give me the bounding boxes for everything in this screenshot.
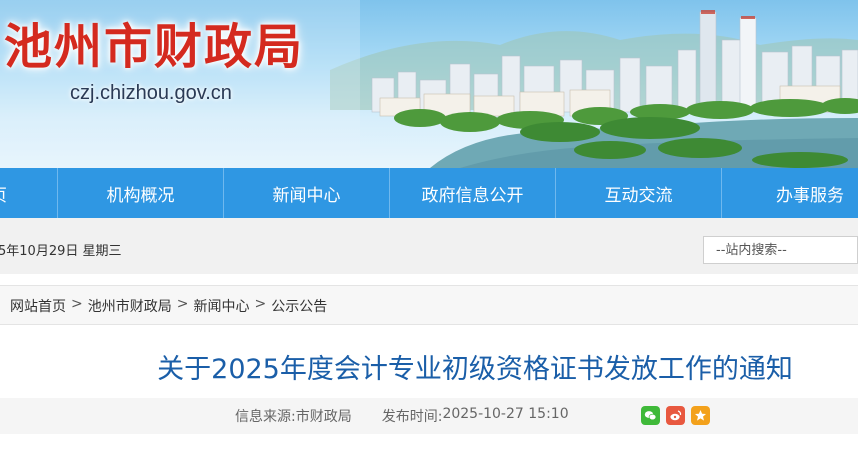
nav-item-label: 互动交流 — [604, 185, 673, 206]
nav-item-home[interactable]: 页 — [0, 168, 58, 218]
nav-item-label: 页 — [0, 181, 7, 206]
breadcrumb-separator: > — [71, 296, 83, 312]
source-label: 信息来源: — [235, 409, 296, 425]
breadcrumb-bureau[interactable]: 池州市财政局 — [88, 296, 172, 316]
site-banner: 池州市财政局 czj.chizhou.gov.cn — [0, 0, 858, 168]
article-title: 关于2025年度会计专业初级资格证书发放工作的通知 — [157, 354, 793, 385]
site-title: 池州市财政局 — [4, 19, 305, 75]
wechat-icon[interactable] — [641, 406, 660, 425]
breadcrumb-news[interactable]: 新闻中心 — [193, 296, 249, 316]
breadcrumb-separator: > — [254, 296, 267, 312]
nav-item-gov-info[interactable]: 政府信息公开 — [390, 168, 556, 218]
site-search-input[interactable] — [703, 236, 858, 264]
weibo-icon[interactable] — [666, 406, 685, 425]
nav-item-news[interactable]: 新闻中心 — [224, 168, 390, 218]
nav-item-label: 新闻中心 — [272, 185, 341, 206]
breadcrumb-announcements[interactable]: 公示公告 — [271, 296, 327, 316]
nav-item-interaction[interactable]: 互动交流 — [556, 168, 722, 218]
nav-item-label: 机构概况 — [106, 185, 175, 206]
breadcrumb-separator: > — [176, 296, 189, 312]
nav-item-label: 办事服务 — [776, 185, 844, 206]
site-domain: czj.chizhou.gov.cn — [70, 82, 232, 104]
article-meta-bar: 信息来源: 市财政局 发布时间: 2025-10-27 15:10 — [0, 398, 858, 434]
breadcrumb-home[interactable]: 网站首页 — [10, 296, 66, 316]
current-date: 5年10月29日 星期三 — [0, 244, 122, 259]
publish-time-label: 发布时间: — [381, 409, 443, 425]
nav-item-organization[interactable]: 机构概况 — [58, 168, 224, 218]
nav-item-services[interactable]: 办事服务 — [722, 168, 858, 218]
breadcrumb: 网站首页 > 池州市财政局 > 新闻中心 > 公示公告 — [0, 285, 858, 325]
main-nav: 页 机构概况 新闻中心 政府信息公开 互动交流 办事服务 — [0, 168, 858, 218]
source-value: 市财政局 — [295, 409, 352, 425]
favorite-icon[interactable] — [691, 406, 710, 425]
nav-item-label: 政府信息公开 — [421, 185, 524, 206]
publish-time-value: 2025-10-27 15:10 — [442, 406, 569, 422]
